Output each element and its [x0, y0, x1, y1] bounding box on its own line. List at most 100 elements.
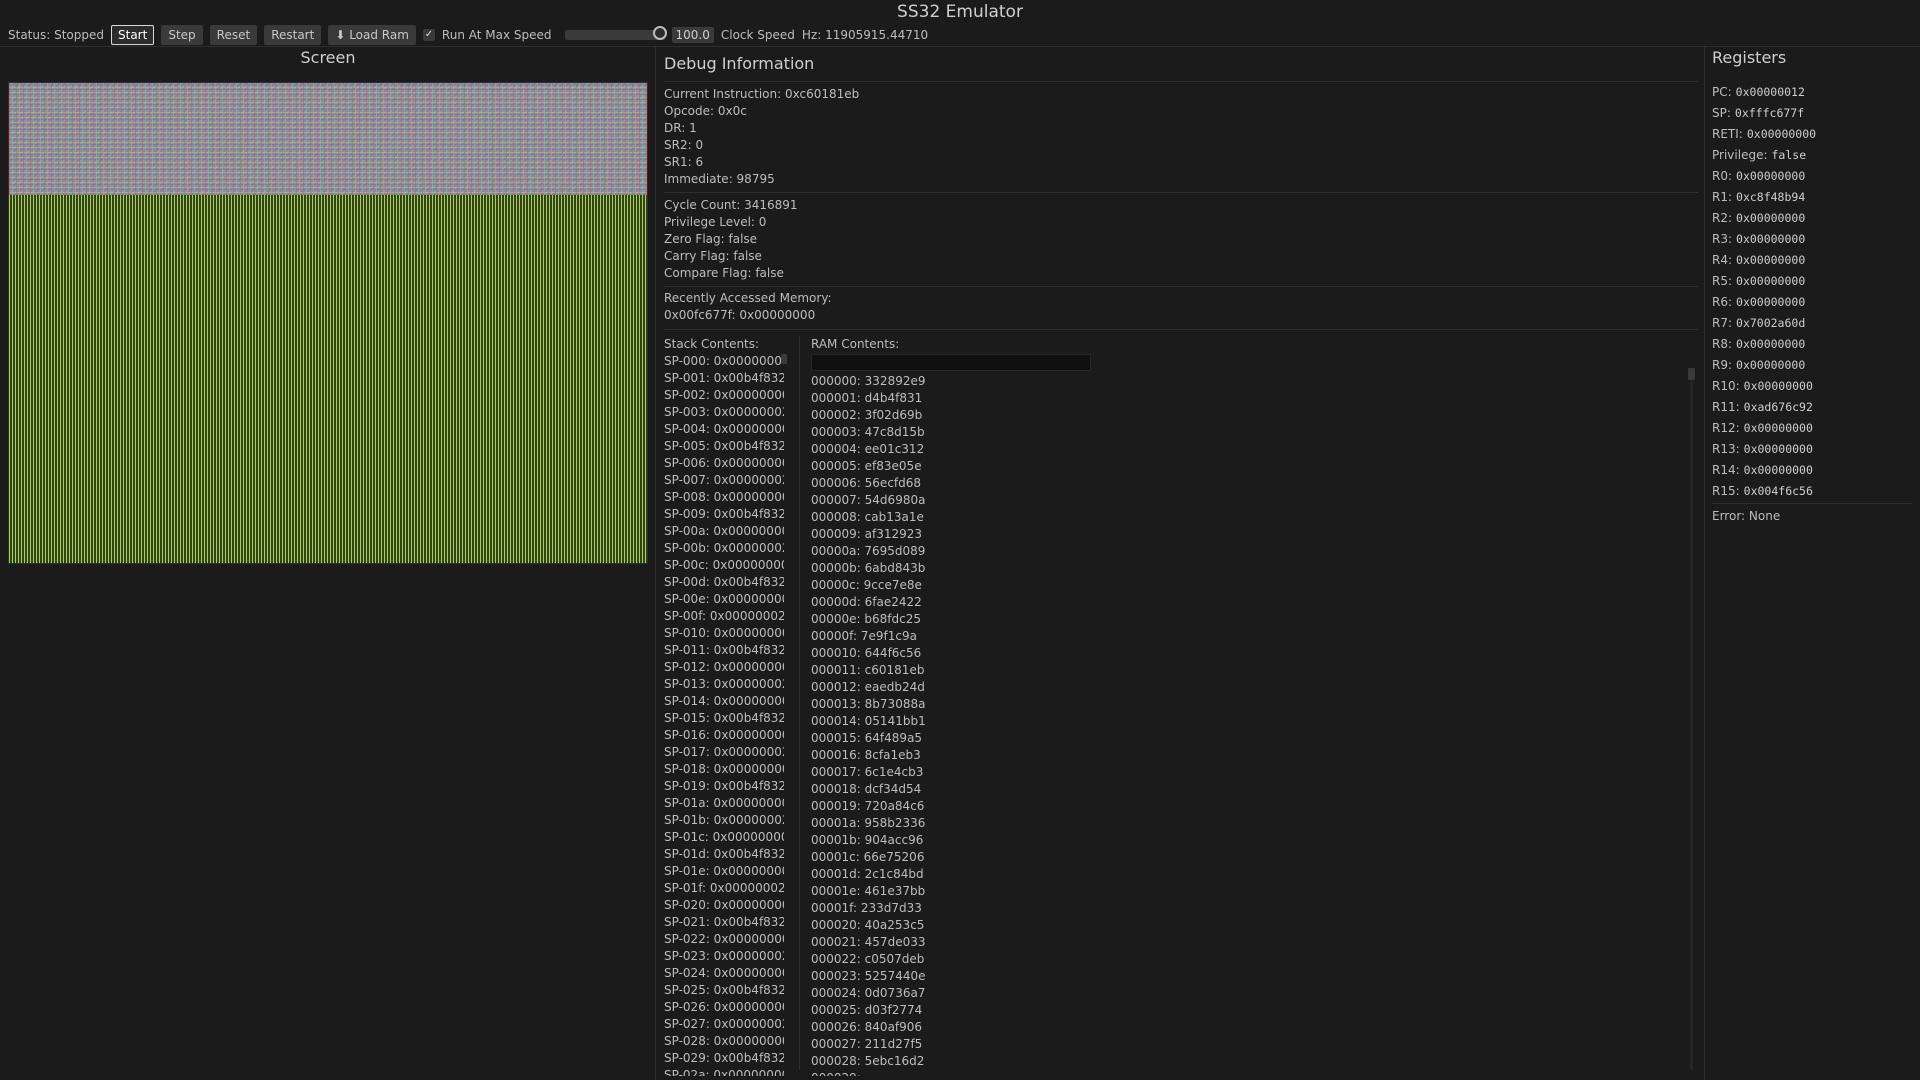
sr1: SR1: 6	[664, 155, 704, 169]
recent-memory-value: 0x00fc677f: 0x00000000	[664, 308, 816, 322]
register-row: R14: 0x00000000	[1712, 460, 1816, 481]
register-value: 0x00000000	[1736, 169, 1806, 183]
stack-row: SP-01c: 0x00000000	[664, 830, 784, 844]
speed-slider[interactable]	[564, 26, 667, 40]
status-label: Status: Stopped	[8, 28, 104, 42]
stack-row: SP-022: 0x00000000	[664, 932, 784, 946]
stack-row: SP-01f: 0x00000002	[664, 881, 784, 895]
ram-row: 000016: 8cfa1eb3	[811, 748, 921, 762]
sr2: SR2: 0	[664, 138, 704, 152]
stack-row: SP-009: 0x00b4f832	[664, 507, 784, 521]
stack-scrollbar[interactable]	[781, 354, 787, 364]
ram-row: 000006: 56ecfd68	[811, 476, 922, 490]
stack-row: SP-028: 0x00000000	[664, 1034, 784, 1048]
register-value: 0x00000000	[1743, 442, 1813, 456]
register-name: R7:	[1712, 316, 1733, 330]
ram-scroll-track[interactable]	[1690, 380, 1693, 1070]
registers-title: Registers	[1712, 48, 1787, 67]
ram-row: 00001e: 461e37bb	[811, 884, 926, 898]
ram-row: 00001c: 66e75206	[811, 850, 925, 864]
stack-row: SP-016: 0x00000000	[664, 728, 784, 742]
stack-row: SP-006: 0x00000000	[664, 456, 784, 470]
register-name: R13:	[1712, 442, 1740, 456]
stack-row: SP-00f: 0x00000002	[664, 609, 784, 623]
privilege-level: Privilege Level: 0	[664, 215, 767, 229]
register-value: 0x004f6c56	[1743, 484, 1813, 498]
register-value: 0x00000000	[1736, 274, 1806, 288]
stack-row: SP-015: 0x00b4f832	[664, 711, 784, 725]
ram-row: 00000d: 6fae2422	[811, 595, 922, 609]
stack-row: SP-000: 0x00000000	[664, 354, 784, 368]
run-max-speed-label: Run At Max Speed	[441, 28, 552, 42]
ram-row: 000009: af312923	[811, 527, 923, 541]
register-row: PC: 0x00000012	[1712, 82, 1816, 103]
stack-row: SP-00a: 0x00000000	[664, 524, 784, 538]
stack-row: SP-003: 0x00000002	[664, 405, 784, 419]
ram-row: 00001b: 904acc96	[811, 833, 924, 847]
ram-scrollbar[interactable]	[1688, 368, 1695, 380]
step-button[interactable]: Step	[161, 25, 203, 45]
ram-row: 000018: dcf34d54	[811, 782, 922, 796]
debug-divider	[664, 286, 1698, 287]
register-name: R15:	[1712, 484, 1740, 498]
run-max-speed-checkbox[interactable]: ✓	[422, 29, 435, 41]
register-value: 0x00000000	[1746, 127, 1817, 141]
window-title: SS32 Emulator	[897, 2, 1023, 22]
stack-row: SP-013: 0x00000002	[664, 677, 784, 691]
screen-canvas	[8, 82, 648, 564]
ram-row: 00001f: 233d7d33	[811, 901, 922, 915]
start-button[interactable]: Start	[111, 25, 155, 45]
stack-row: SP-001: 0x00b4f832	[664, 371, 784, 385]
instruction-info: Current Instruction: 0xc60181eb Opcode: …	[664, 86, 859, 188]
ram-row: 000029: ...	[811, 1070, 1691, 1076]
ram-row: 00000f: 7e9f1c9a	[811, 629, 917, 643]
ram-row: 000002: 3f02d69b	[811, 408, 923, 422]
register-row: R10: 0x00000000	[1712, 376, 1816, 397]
stack-row: SP-025: 0x00b4f832	[664, 983, 784, 997]
ram-row: 000019: 720a84c6	[811, 799, 925, 813]
ram-list[interactable]: RAM Contents: 000000: 332892e9 000001: d4…	[811, 336, 1691, 1076]
ram-row: 000003: 47c8d15b	[811, 425, 925, 439]
carry-flag: Carry Flag: false	[664, 249, 762, 263]
stack-row: SP-008: 0x00000000	[664, 490, 784, 504]
stack-list[interactable]: Stack Contents: SP-000: 0x00000000 SP-001…	[664, 336, 784, 1076]
register-value: 0x00000012	[1735, 85, 1805, 99]
load-ram-button[interactable]: ⬇ Load Ram	[328, 25, 416, 45]
stack-row: SP-005: 0x00b4f832	[664, 439, 784, 453]
current-instruction: Current Instruction: 0xc60181eb	[664, 87, 860, 101]
register-value: 0xad676c92	[1743, 400, 1813, 414]
stack-row: SP-012: 0x00000000	[664, 660, 784, 674]
ram-row: 000024: 0d0736a7	[811, 986, 926, 1000]
registers-list: PC: 0x00000012 SP: 0xfffc677f RETI: 0x0000000…	[1712, 82, 1816, 502]
register-value: 0x7002a60d	[1736, 316, 1806, 330]
restart-button[interactable]: Restart	[264, 25, 322, 45]
register-name: R12:	[1712, 421, 1740, 435]
ram-row: 000025: d03f2774	[811, 1003, 923, 1017]
register-name: R11:	[1712, 400, 1740, 414]
register-row: R11: 0xad676c92	[1712, 397, 1816, 418]
stack-row: SP-020: 0x00000000	[664, 898, 784, 912]
zero-flag: Zero Flag: false	[664, 232, 758, 246]
stack-row: SP-019: 0x00b4f832	[664, 779, 784, 793]
ram-row: 000008: cab13a1e	[811, 510, 924, 524]
panel-divider-left	[655, 47, 656, 1080]
register-value: 0x00000000	[1736, 253, 1806, 267]
speed-value[interactable]: 100.0	[671, 27, 714, 43]
debug-divider	[664, 329, 1698, 330]
screen-stripe-region	[9, 195, 647, 563]
registers-divider	[1712, 503, 1912, 504]
ram-row: 000007: 54d6980a	[811, 493, 926, 507]
stack-row: SP-01a: 0x00000000	[664, 796, 784, 810]
ram-search-input[interactable]	[811, 354, 1091, 371]
stack-row: SP-01b: 0x00000002	[664, 813, 784, 827]
register-name: RETI:	[1712, 127, 1743, 141]
stack-row: SP-014: 0x00000000	[664, 694, 784, 708]
speed-slider-knob[interactable]	[652, 26, 667, 40]
ram-row: 000015: 64f489a5	[811, 731, 923, 745]
register-name: R3:	[1712, 232, 1733, 246]
stack-row: SP-01d: 0x00b4f832	[664, 847, 784, 861]
ram-header: RAM Contents:	[811, 337, 900, 351]
reset-button[interactable]: Reset	[209, 25, 258, 45]
debug-divider	[664, 192, 1698, 193]
register-row: R4: 0x00000000	[1712, 250, 1816, 271]
